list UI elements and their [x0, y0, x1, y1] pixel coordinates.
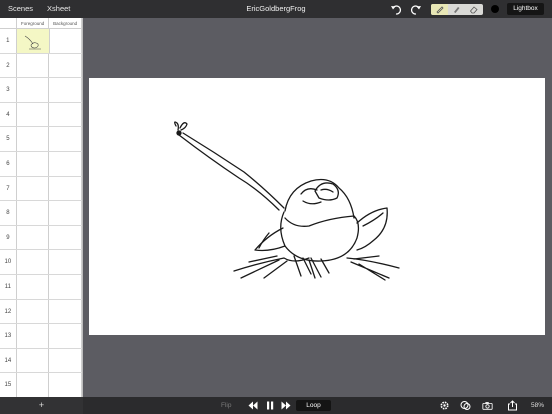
frame-cell-foreground[interactable]	[17, 102, 50, 127]
frame-number: 10	[0, 250, 17, 274]
frame-cell-background[interactable]	[49, 53, 82, 78]
frame-cell-foreground[interactable]	[17, 176, 50, 201]
frame-cell-foreground[interactable]	[17, 250, 50, 274]
frame-cell-background[interactable]	[49, 250, 82, 274]
zoom-level[interactable]: 58%	[531, 397, 544, 414]
frame-cell-foreground[interactable]	[17, 274, 50, 299]
frame-cell-foreground-thumbnail[interactable]	[16, 29, 50, 53]
frame-cell-foreground[interactable]	[17, 373, 50, 397]
onion-skin-icon[interactable]	[460, 400, 471, 411]
xsheet-row: 13	[0, 324, 82, 349]
rewind-icon[interactable]	[248, 401, 258, 410]
frame-cell-background[interactable]	[49, 78, 82, 102]
frame-cell-foreground[interactable]	[17, 324, 50, 348]
frame-number: 2	[0, 53, 17, 78]
xsheet-row: 15	[0, 373, 82, 398]
frame-number: 4	[0, 102, 17, 127]
frame-cell-foreground[interactable]	[17, 299, 50, 324]
frame-number: 3	[0, 78, 17, 102]
frame-cell-background[interactable]	[49, 299, 82, 324]
frame-number-header	[0, 18, 17, 28]
bottom-toolbar: + Flip Loop 58%	[0, 397, 552, 414]
xsheet-row: 6	[0, 151, 82, 177]
frame-number: 9	[0, 225, 17, 250]
frame-cell-foreground[interactable]	[17, 53, 50, 78]
xsheet-row: 2	[0, 53, 82, 79]
xsheet-header: Foreground Background	[0, 18, 82, 29]
xsheet-row: 10	[0, 250, 82, 275]
undo-icon[interactable]	[390, 3, 402, 15]
frame-cell-background[interactable]	[49, 102, 82, 127]
xsheet-row: 1	[0, 29, 82, 54]
frame-cell-background[interactable]	[50, 29, 82, 53]
xsheet-row: 3	[0, 78, 82, 103]
frame-cell-background[interactable]	[49, 225, 82, 250]
frame-cell-foreground[interactable]	[17, 151, 50, 176]
xsheet-row: 14	[0, 348, 82, 374]
pencil-icon	[436, 6, 444, 14]
pause-icon[interactable]	[265, 401, 275, 410]
frame-cell-background[interactable]	[49, 373, 82, 397]
tool-selector	[431, 4, 483, 15]
xsheet-row: 12	[0, 299, 82, 325]
frame-cell-foreground[interactable]	[17, 348, 50, 373]
frame-number: 5	[0, 127, 17, 151]
brush-tool-button[interactable]	[448, 4, 465, 15]
top-nav: Scenes Xsheet	[0, 0, 84, 18]
xsheet-row: 9	[0, 225, 82, 251]
frame-number: 13	[0, 324, 17, 348]
frame-cell-background[interactable]	[49, 151, 82, 176]
drawing-canvas[interactable]	[89, 78, 545, 335]
frame-number: 6	[0, 151, 17, 176]
frame-cell-background[interactable]	[49, 176, 82, 201]
frame-number: 11	[0, 274, 17, 299]
camera-icon[interactable]	[482, 400, 493, 411]
frame-cell-background[interactable]	[49, 201, 82, 225]
frame-number: 8	[0, 201, 17, 225]
column-header-foreground[interactable]: Foreground	[17, 18, 50, 28]
xsheet-row: 5	[0, 127, 82, 152]
top-toolbar: Scenes Xsheet EricGoldbergFrog Lightbox	[0, 0, 552, 18]
gear-icon[interactable]	[439, 400, 450, 411]
frame-cell-foreground[interactable]	[17, 78, 50, 102]
xsheet-row: 7	[0, 176, 82, 202]
frame-cell-background[interactable]	[49, 348, 82, 373]
frame-number: 14	[0, 348, 17, 373]
loop-button[interactable]: Loop	[296, 400, 331, 411]
frame-number: 15	[0, 373, 17, 397]
eraser-icon	[469, 6, 478, 14]
fast-forward-icon[interactable]	[281, 401, 291, 410]
frame-cell-foreground[interactable]	[17, 201, 50, 225]
frog-thumbnail-icon	[24, 35, 41, 50]
frame-cell-background[interactable]	[49, 274, 82, 299]
eraser-tool-button[interactable]	[465, 4, 482, 15]
frame-cell-background[interactable]	[49, 127, 82, 151]
frame-number: 12	[0, 299, 17, 324]
xsheet-row: 4	[0, 102, 82, 128]
frame-cell-background[interactable]	[49, 324, 82, 348]
frame-number: 1	[0, 29, 17, 53]
scenes-button[interactable]: Scenes	[8, 0, 33, 18]
column-header-background[interactable]: Background	[49, 18, 82, 28]
frog-drawing	[174, 121, 400, 281]
share-icon[interactable]	[507, 400, 518, 411]
flip-button[interactable]: Flip	[221, 397, 231, 414]
add-layer-button[interactable]: +	[0, 397, 83, 414]
redo-icon[interactable]	[410, 3, 422, 15]
xsheet-panel: Foreground Background 1 2 3 4 5 6 7 8 9 …	[0, 18, 83, 398]
brush-icon	[454, 7, 460, 13]
xsheet-row: 11	[0, 274, 82, 300]
frame-cell-foreground[interactable]	[17, 225, 50, 250]
lightbox-button[interactable]: Lightbox	[507, 3, 544, 15]
frame-cell-foreground[interactable]	[17, 127, 50, 151]
pencil-tool-button[interactable]	[431, 4, 448, 15]
xsheet-row: 8	[0, 201, 82, 226]
xsheet-button[interactable]: Xsheet	[47, 0, 70, 18]
frame-number: 7	[0, 176, 17, 201]
color-swatch[interactable]	[491, 5, 499, 13]
